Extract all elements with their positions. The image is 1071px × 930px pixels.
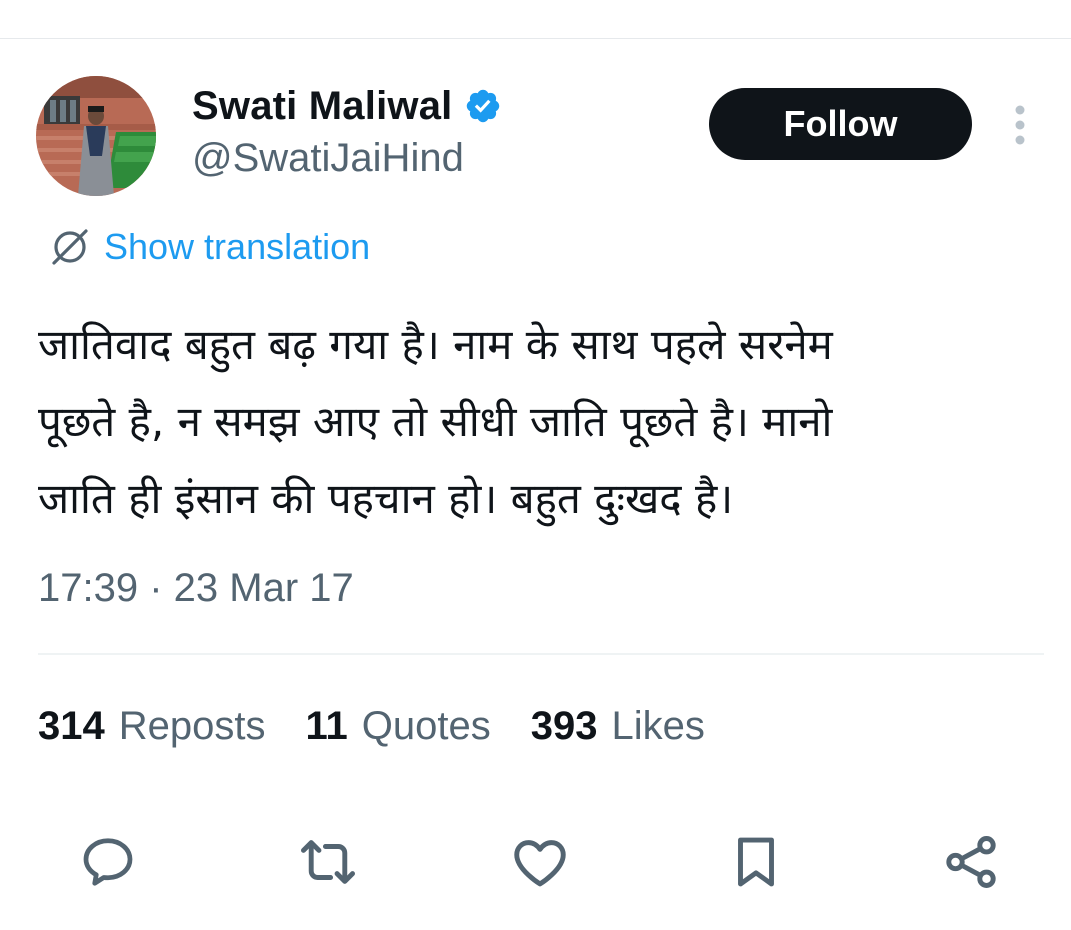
bookmark-button[interactable]: [720, 826, 792, 898]
reposts-count: 314: [38, 703, 105, 748]
reply-icon: [83, 838, 133, 886]
share-icon: [946, 836, 996, 888]
quotes-stat[interactable]: 11 Quotes: [306, 704, 491, 749]
tweet-line: पूछते है, न समझ आए तो सीधी जाति पूछते है…: [38, 397, 833, 446]
likes-stat[interactable]: 393 Likes: [531, 704, 705, 749]
show-translation-link[interactable]: Show translation: [48, 222, 370, 272]
likes-label: Likes: [611, 703, 705, 748]
action-bar: [0, 820, 1071, 900]
tweet-line: जाति ही इंसान की पहचान हो। बहुत दुःखद है…: [38, 474, 734, 523]
quotes-label: Quotes: [361, 703, 491, 748]
author-name-row[interactable]: Swati Maliwal: [192, 78, 502, 134]
quotes-count: 11: [305, 703, 348, 748]
reposts-label: Reposts: [118, 703, 266, 748]
tweet-text: जातिवाद बहुत बढ़ गया है। नाम के साथ पहले…: [38, 306, 1038, 537]
likes-count: 393: [530, 703, 598, 748]
more-options-icon[interactable]: [1005, 100, 1035, 150]
reply-button[interactable]: [72, 826, 144, 898]
follow-button[interactable]: Follow: [709, 88, 972, 160]
heart-icon: [514, 840, 566, 887]
tweet-timestamp[interactable]: 17:39 · 23 Mar 17: [38, 566, 354, 611]
tweet-line: जातिवाद बहुत बढ़ गया है। नाम के साथ पहले…: [38, 320, 833, 369]
like-button[interactable]: [504, 826, 576, 898]
author-display-name[interactable]: Swati Maliwal: [192, 84, 452, 129]
share-button[interactable]: [935, 826, 1007, 898]
translate-icon: [48, 225, 92, 269]
reposts-stat[interactable]: 314 Reposts: [38, 704, 266, 749]
verified-badge-icon: [464, 87, 502, 125]
divider: [38, 653, 1044, 655]
avatar-image: [36, 76, 156, 196]
repost-icon: [301, 840, 355, 884]
bookmark-icon: [738, 837, 774, 887]
engagement-stats: 314 Reposts 11 Quotes 393 Likes: [38, 700, 745, 752]
author-handle[interactable]: @SwatiJaiHind: [192, 136, 464, 181]
avatar[interactable]: [36, 76, 156, 196]
top-divider: [0, 38, 1071, 39]
show-translation-label[interactable]: Show translation: [104, 226, 370, 268]
repost-button[interactable]: [292, 826, 364, 898]
